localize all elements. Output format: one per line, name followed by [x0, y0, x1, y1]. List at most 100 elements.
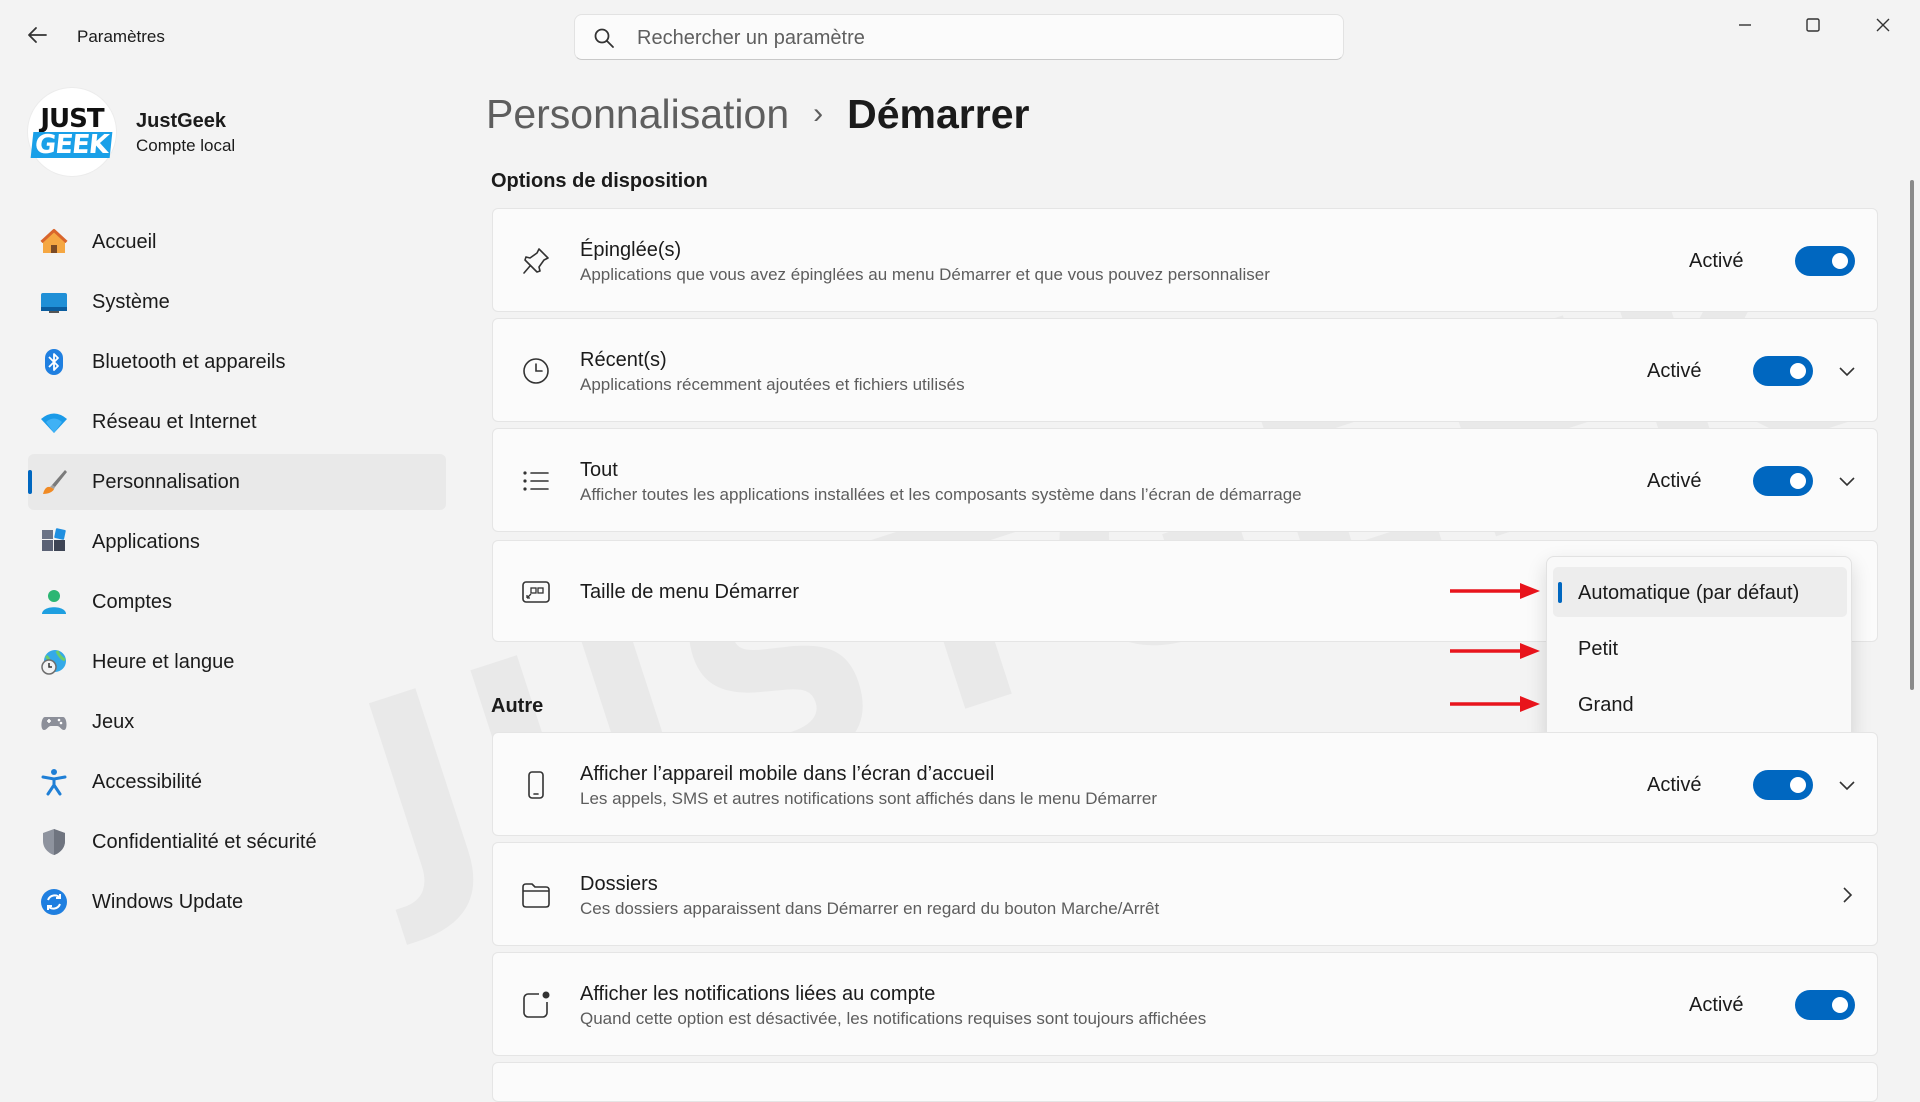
chevron-down-icon[interactable]: [1835, 469, 1859, 493]
sidebar-item-reseau[interactable]: Réseau et Internet: [28, 394, 446, 450]
selected-indicator: [1558, 582, 1562, 603]
sidebar-item-comptes[interactable]: Comptes: [28, 574, 446, 630]
paintbrush-icon: [43, 470, 67, 494]
avatar-logo-line2: GEEK: [31, 130, 113, 160]
sidebar-item-label: Accessibilité: [92, 771, 203, 793]
sidebar-item-label: Applications: [92, 531, 200, 553]
active-indicator: [28, 470, 32, 494]
card-title: Dossiers: [580, 873, 658, 895]
search-icon: [594, 28, 614, 48]
sidebar-item-heure-langue[interactable]: Heure et langue: [28, 634, 446, 690]
wifi-icon: [41, 413, 67, 433]
app-title: Paramètres: [77, 27, 165, 46]
globe-clock-icon: [41, 650, 66, 675]
sidebar-item-confidentialite[interactable]: Confidentialité et sécurité: [28, 814, 446, 870]
option-label: Grand: [1578, 694, 1634, 716]
sidebar-item-label: Personnalisation: [92, 471, 240, 493]
chevron-down-icon[interactable]: [1835, 773, 1859, 797]
card-title: Afficher les notifications liées au comp…: [580, 983, 936, 1005]
notification-badge-icon: [523, 991, 550, 1018]
back-arrow-icon: [28, 27, 47, 43]
card-title: Tout: [580, 459, 618, 481]
list-icon: [523, 471, 549, 491]
chevron-right-icon[interactable]: [1835, 883, 1859, 907]
annotation-arrow-icon: [1450, 583, 1540, 599]
scrollbar[interactable]: [1910, 180, 1914, 690]
minimize-icon: [1739, 24, 1751, 26]
breadcrumb: Personnalisation › Démarrer: [486, 88, 1029, 140]
setting-card-mobile[interactable]: Afficher l’appareil mobile dans l’écran …: [492, 732, 1878, 836]
card-subtitle: Applications récemment ajoutées et fichi…: [580, 375, 965, 394]
all-toggle[interactable]: [1753, 466, 1813, 496]
clock-icon: [523, 358, 549, 384]
annotation-arrow-icon: [1450, 696, 1540, 712]
start-menu-size-icon: [522, 581, 550, 603]
sidebar-item-label: Jeux: [92, 711, 135, 733]
chevron-down-icon[interactable]: [1835, 359, 1859, 383]
gamepad-icon: [41, 717, 67, 730]
sidebar-item-accueil[interactable]: Accueil: [28, 214, 446, 270]
annotation-arrow-icon: [1450, 643, 1540, 659]
sidebar-item-label: Réseau et Internet: [92, 411, 257, 433]
update-icon: [41, 889, 67, 915]
option-label: Petit: [1578, 638, 1619, 660]
user-icon: [42, 590, 66, 614]
menu-size-dropdown[interactable]: Automatique (par défaut) Petit Grand: [1546, 556, 1852, 740]
dropdown-option-automatic[interactable]: Automatique (par défaut): [1553, 567, 1847, 617]
recent-toggle[interactable]: [1753, 356, 1813, 386]
account-notifications-toggle[interactable]: [1795, 990, 1855, 1020]
sidebar-item-personnalisation[interactable]: Personnalisation: [28, 454, 446, 510]
sidebar-item-bluetooth[interactable]: Bluetooth et appareils: [28, 334, 446, 390]
sidebar-item-accessibilite[interactable]: Accessibilité: [28, 754, 446, 810]
setting-card-pinned[interactable]: Épinglée(s) Applications que vous avez é…: [492, 208, 1878, 312]
toggle-status-label: Activé: [1647, 774, 1702, 796]
setting-card-partial[interactable]: [492, 1062, 1878, 1102]
accessibility-icon: [41, 769, 67, 796]
setting-card-account-notifications[interactable]: Afficher les notifications liées au comp…: [492, 952, 1878, 1056]
mobile-toggle[interactable]: [1753, 770, 1813, 800]
monitor-icon: [41, 293, 67, 313]
close-icon: [1876, 18, 1890, 32]
setting-card-all[interactable]: Tout Afficher toutes les applications in…: [492, 428, 1878, 532]
close-button[interactable]: [1858, 10, 1908, 40]
profile-name: JustGeek: [136, 110, 227, 132]
sidebar-item-applications[interactable]: Applications: [28, 514, 446, 570]
card-title: Afficher l’appareil mobile dans l’écran …: [580, 763, 995, 785]
toggle-status-label: Activé: [1647, 360, 1702, 382]
profile-account-type: Compte local: [136, 136, 236, 155]
option-label: Automatique (par défaut): [1578, 582, 1800, 604]
card-subtitle: Ces dossiers apparaissent dans Démarrer …: [580, 899, 1160, 918]
setting-card-recent[interactable]: Récent(s) Applications récemment ajoutée…: [492, 318, 1878, 422]
toggle-status-label: Activé: [1689, 994, 1744, 1016]
home-icon: [40, 229, 68, 253]
card-title: Épinglée(s): [580, 239, 682, 261]
sidebar-item-windows-update[interactable]: Windows Update: [28, 874, 446, 930]
sidebar-item-label: Windows Update: [92, 891, 244, 913]
minimize-button[interactable]: [1720, 10, 1770, 40]
card-subtitle: Afficher toutes les applications install…: [580, 485, 1302, 504]
card-title: Taille de menu Démarrer: [580, 581, 799, 603]
phone-icon: [528, 771, 544, 799]
sidebar-item-label: Confidentialité et sécurité: [92, 831, 317, 853]
setting-card-folders[interactable]: Dossiers Ces dossiers apparaissent dans …: [492, 842, 1878, 946]
sidebar-nav: Accueil Système Bluetooth et appareils R…: [28, 214, 446, 934]
sidebar-item-label: Système: [92, 291, 170, 313]
sidebar-item-systeme[interactable]: Système: [28, 274, 446, 330]
dropdown-option-large[interactable]: Grand: [1553, 679, 1847, 729]
avatar-logo-line1: JUST: [40, 104, 104, 134]
maximize-button[interactable]: [1788, 10, 1838, 40]
pin-icon: [523, 248, 549, 274]
sidebar-item-jeux[interactable]: Jeux: [28, 694, 446, 750]
pinned-toggle[interactable]: [1795, 246, 1855, 276]
search-box[interactable]: [574, 14, 1344, 60]
breadcrumb-parent[interactable]: Personnalisation: [486, 91, 789, 138]
search-input[interactable]: [635, 23, 1319, 53]
page-title: Démarrer: [847, 90, 1030, 137]
card-subtitle: Applications que vous avez épinglées au …: [580, 265, 1270, 284]
toggle-status-label: Activé: [1647, 470, 1702, 492]
back-button[interactable]: [22, 20, 52, 50]
maximize-icon: [1806, 18, 1820, 32]
title-bar: Paramètres: [0, 0, 1920, 72]
dropdown-option-small[interactable]: Petit: [1553, 623, 1847, 673]
sidebar-item-label: Heure et langue: [92, 651, 235, 673]
